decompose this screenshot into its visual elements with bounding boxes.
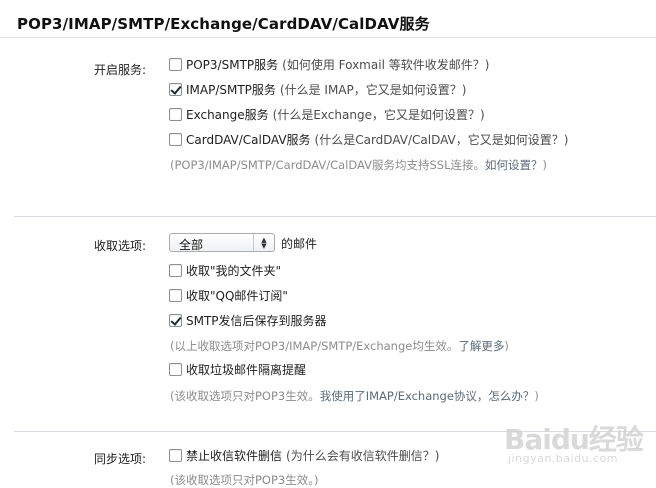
service-carddav-caldav[interactable]: CardDAV/CalDAV服务 (什么是CardDAV/CalDAV，它又是如… — [169, 130, 568, 148]
checkbox-carddav-caldav[interactable] — [169, 132, 182, 146]
spam-reminder-note-end: ) — [534, 389, 539, 403]
services-ssl-note-end: ) — [542, 158, 548, 172]
service-carddav-caldav-label[interactable]: CardDAV/CalDAV服务 — [186, 131, 311, 148]
receive-scope-note-text: (以上收取选项对POP3/IMAP/SMTP/Exchange均生效。 — [170, 339, 459, 353]
receive-smtp-save-label[interactable]: SMTP发信后保存到服务器 — [186, 312, 327, 329]
imap-exchange-help-link[interactable]: 我使用了IMAP/Exchange协议，怎么办？ — [320, 389, 535, 403]
sync-no-client-delete-label[interactable]: 禁止收信软件删信 — [186, 447, 282, 464]
sync-options-label: 同步选项: — [94, 452, 147, 466]
receive-scope-value: 全部 — [179, 238, 204, 252]
receive-my-folders-label[interactable]: 收取"我的文件夹" — [186, 262, 281, 279]
service-carddav-caldav-help[interactable]: (什么是CardDAV/CalDAV，它又是如何设置？) — [315, 131, 569, 148]
receive-qq-subscription-label[interactable]: 收取"QQ邮件订阅" — [186, 287, 288, 304]
service-exchange[interactable]: Exchange服务 (什么是Exchange，它又是如何设置？) — [169, 105, 485, 123]
baidu-jingyan-watermark: Baidu经验 jingyan.baidu.com — [500, 418, 650, 478]
service-imap-smtp-help[interactable]: (什么是 IMAP，它又是如何设置？) — [280, 81, 467, 98]
service-pop3-smtp[interactable]: POP3/SMTP服务 (如何使用 Foxmail 等软件收发邮件？) — [169, 55, 489, 73]
checkbox-my-folders[interactable] — [169, 263, 182, 277]
receive-scope-select[interactable]: 全部 ▲ ▼ — [169, 233, 275, 252]
receive-spam-reminder[interactable]: 收取垃圾邮件隔离提醒 — [169, 360, 306, 378]
sync-no-client-delete-help[interactable]: (为什么会有收信软件删信？) — [286, 447, 439, 464]
services-ssl-howto-link[interactable]: 如何设置？ — [485, 158, 543, 172]
services-ssl-note: (POP3/IMAP/SMTP/CardDAV/CalDAV服务均支持SSL连接… — [170, 157, 547, 173]
receive-spam-reminder-label[interactable]: 收取垃圾邮件隔离提醒 — [186, 361, 306, 378]
spam-reminder-note: (该收取选项只对POP3生效。我使用了IMAP/Exchange协议，怎么办？) — [170, 388, 539, 404]
checkbox-exchange[interactable] — [169, 107, 182, 121]
checkbox-pop3-smtp[interactable] — [169, 57, 182, 71]
section-divider — [14, 216, 656, 217]
learn-more-link[interactable]: 了解更多 — [458, 339, 504, 353]
checkbox-spam-reminder[interactable] — [169, 362, 182, 376]
sync-note: (该收取选项只对POP3生效。) — [170, 473, 319, 487]
receive-options-label: 收取选项: — [94, 239, 147, 253]
spam-reminder-note-text: (该收取选项只对POP3生效。 — [170, 389, 320, 403]
receive-scope-note-end: ) — [504, 339, 509, 353]
settings-header: POP3/IMAP/SMTP/Exchange/CardDAV/CalDAV服务 — [0, 0, 656, 38]
checkbox-imap-smtp[interactable] — [169, 82, 182, 96]
checkbox-smtp-save[interactable] — [169, 313, 182, 327]
select-arrows-icon: ▲ ▼ — [253, 234, 274, 251]
service-pop3-smtp-label[interactable]: POP3/SMTP服务 — [186, 56, 278, 73]
receive-my-folders[interactable]: 收取"我的文件夹" — [169, 261, 281, 279]
receive-scope-suffix: 的邮件 — [281, 237, 318, 251]
services-label: 开启服务: — [94, 63, 147, 77]
service-exchange-label[interactable]: Exchange服务 — [186, 106, 269, 123]
page-title: POP3/IMAP/SMTP/Exchange/CardDAV/CalDAV服务 — [17, 15, 430, 33]
service-pop3-smtp-help[interactable]: (如何使用 Foxmail 等软件收发邮件？) — [282, 56, 489, 73]
receive-scope-note: (以上收取选项对POP3/IMAP/SMTP/Exchange均生效。了解更多) — [170, 338, 509, 354]
watermark-url: jingyan.baidu.com — [508, 452, 619, 465]
services-ssl-note-text: (POP3/IMAP/SMTP/CardDAV/CalDAV服务均支持SSL连接… — [170, 158, 486, 172]
checkbox-qq-subscription[interactable] — [169, 288, 182, 302]
service-imap-smtp[interactable]: IMAP/SMTP服务 (什么是 IMAP，它又是如何设置？) — [169, 80, 466, 98]
service-exchange-help[interactable]: (什么是Exchange，它又是如何设置？) — [273, 106, 485, 123]
checkbox-no-client-delete[interactable] — [169, 448, 182, 462]
service-imap-smtp-label[interactable]: IMAP/SMTP服务 — [186, 81, 276, 98]
receive-qq-subscription[interactable]: 收取"QQ邮件订阅" — [169, 286, 288, 304]
sync-no-client-delete[interactable]: 禁止收信软件删信 (为什么会有收信软件删信？) — [169, 446, 439, 464]
receive-smtp-save[interactable]: SMTP发信后保存到服务器 — [169, 311, 327, 329]
